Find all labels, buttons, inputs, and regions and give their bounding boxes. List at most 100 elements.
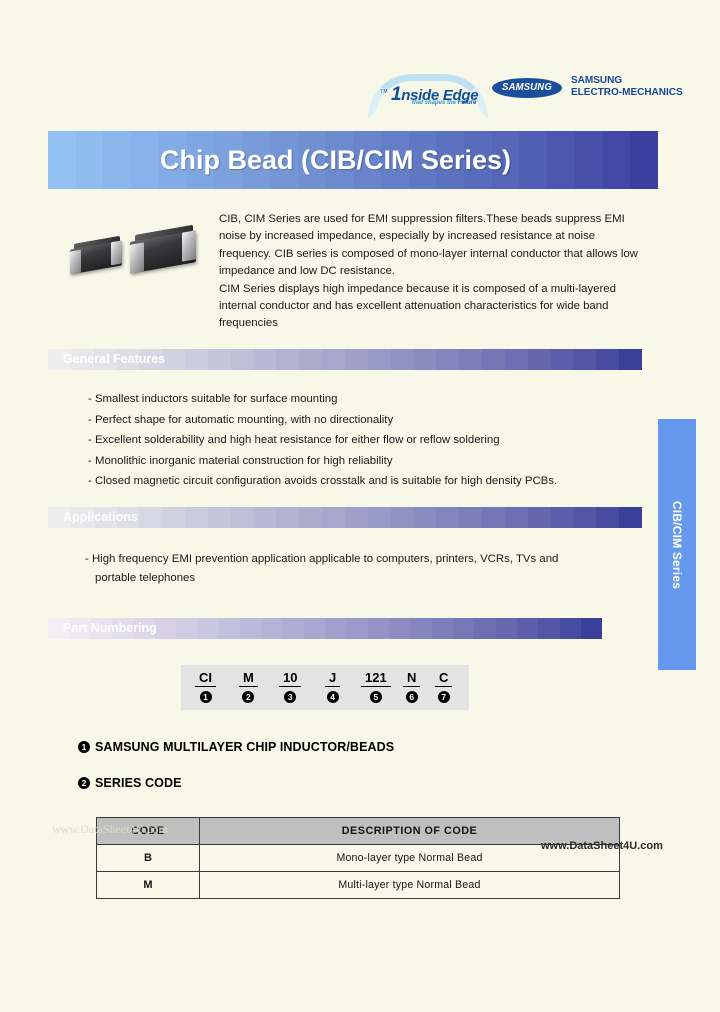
trademark-mark: TM: [380, 89, 388, 95]
gradient-segment: [527, 507, 551, 528]
cell-code: B: [96, 844, 200, 872]
cell-code: M: [96, 871, 200, 899]
gradient-segment: [413, 507, 437, 528]
applications-line-2: portable telephones: [95, 572, 196, 584]
gradient-segment: [504, 507, 528, 528]
samsung-electro-mechanics-name: SAMSUNG ELECTRO-MECHANICS: [571, 75, 683, 99]
watermark-left: www.DataSheet4U.com: [52, 822, 168, 836]
gradient-segment: [596, 349, 620, 370]
part-number-index: 4: [326, 691, 339, 703]
gradient-segment: [459, 507, 483, 528]
gradient-segment: [48, 131, 76, 189]
part-number-code: 10: [279, 671, 302, 687]
gradient-segment: [619, 507, 642, 528]
gradient-segment: [410, 618, 432, 639]
gradient-segment: [596, 507, 620, 528]
samsung-logo-text: SAMSUNG: [502, 82, 552, 93]
part-number-code: 121: [361, 671, 391, 687]
section-heading-applications: Applications: [63, 510, 139, 524]
gradient-segment: [322, 507, 345, 528]
gradient-segment: [459, 349, 483, 370]
gradient-segment: [550, 507, 574, 528]
gradient-segment: [482, 349, 505, 370]
gradient-segment: [550, 349, 574, 370]
applications-text: - High frequency EMI prevention applicat…: [85, 550, 605, 588]
gradient-segment: [619, 349, 642, 370]
gradient-segment: [344, 349, 368, 370]
table-row: M Multi-layer type Normal Bead: [96, 871, 620, 899]
gradient-segment: [482, 507, 505, 528]
section-bar-part-numbering: Part Numbering: [48, 618, 603, 639]
gradient-segment: [516, 618, 539, 639]
gradient-segment: [431, 618, 453, 639]
applications-line-1: - High frequency EMI prevention applicat…: [85, 553, 559, 565]
part-number-index: 6: [405, 691, 418, 703]
gradient-segment: [139, 507, 163, 528]
gradient-segment: [261, 618, 283, 639]
section-heading-general-features: General Features: [63, 352, 166, 366]
gradient-segment: [495, 618, 517, 639]
brand-logo-row: TM 1nside Edge that shapes the Future SA…: [366, 66, 683, 118]
gradient-segment: [504, 349, 528, 370]
gradient-segment: [162, 349, 186, 370]
gradient-segment: [390, 507, 414, 528]
part-number-code: N: [403, 671, 421, 687]
datasheet-page: { "page": { "background_color": "#f8f8e9…: [0, 0, 720, 1012]
gradient-segment: [436, 349, 460, 370]
gradient-segment: [367, 507, 391, 528]
gradient-segment: [344, 507, 368, 528]
gradient-segment: [282, 618, 304, 639]
gradient-segment: [185, 507, 208, 528]
gradient-segment: [303, 618, 326, 639]
legend-text-2: SERIES CODE: [95, 776, 182, 790]
gradient-segment: [299, 349, 323, 370]
gradient-segment: [207, 349, 231, 370]
part-number-code: C: [435, 671, 453, 687]
gradient-segment: [389, 618, 411, 639]
gradient-segment: [580, 618, 603, 639]
part-number-code: CI: [195, 671, 216, 687]
gradient-segment: [131, 131, 159, 189]
gradient-segment: [75, 131, 104, 189]
part-number-index: 3: [284, 691, 297, 703]
legend-text-1: SAMSUNG MULTILAYER CHIP INDUCTOR/BEADS: [95, 740, 395, 754]
gradient-segment: [452, 618, 475, 639]
part-number-segment: C7: [435, 669, 453, 703]
gradient-segment: [527, 349, 551, 370]
list-item: - Perfect shape for automatic mounting, …: [88, 413, 394, 426]
product-photo: [62, 222, 202, 300]
tagline-highlight: Future: [457, 100, 477, 106]
gradient-segment: [573, 507, 597, 528]
gradient-segment: [253, 349, 277, 370]
page-title-banner: Chip Bead (CIB/CIM Series): [48, 131, 659, 189]
gradient-segment: [474, 618, 496, 639]
legend-index-1: 1: [78, 741, 90, 753]
section-bar-applications: Applications: [48, 507, 642, 528]
gradient-segment: [573, 349, 597, 370]
gradient-segment: [230, 349, 254, 370]
gradient-segment: [253, 507, 277, 528]
gradient-segment: [574, 131, 603, 189]
gradient-segment: [390, 349, 414, 370]
part-number-segment: M2: [239, 669, 258, 703]
gradient-segment: [197, 618, 219, 639]
part-number-index: 2: [242, 691, 255, 703]
tagline-prefix: that shapes the: [412, 100, 458, 106]
inside-edge-numeral: 1: [391, 84, 402, 105]
gradient-segment: [346, 618, 368, 639]
gradient-segment: [218, 618, 240, 639]
inside-edge-logo: TM 1nside Edge that shapes the Future: [366, 72, 492, 118]
inside-edge-tagline: that shapes the Future: [412, 100, 476, 106]
section-heading-part-numbering: Part Numbering: [63, 621, 157, 635]
part-number-segment: N6: [403, 669, 421, 703]
gradient-segment: [276, 349, 300, 370]
list-item: - Monolithic inorganic material construc…: [88, 454, 393, 467]
gradient-segment: [175, 618, 198, 639]
chip-bead-small: [70, 235, 122, 275]
part-number-segments: CI 1 M 2 10 3 J 4 121 5 N 6 C 7: [181, 665, 469, 710]
series-code-table: CODE DESCRIPTION OF CODE B Mono-layer ty…: [96, 817, 620, 899]
chip-bead-large: [130, 224, 196, 274]
gradient-segment: [436, 507, 460, 528]
gradient-segment: [538, 618, 560, 639]
gradient-segment: [207, 507, 231, 528]
